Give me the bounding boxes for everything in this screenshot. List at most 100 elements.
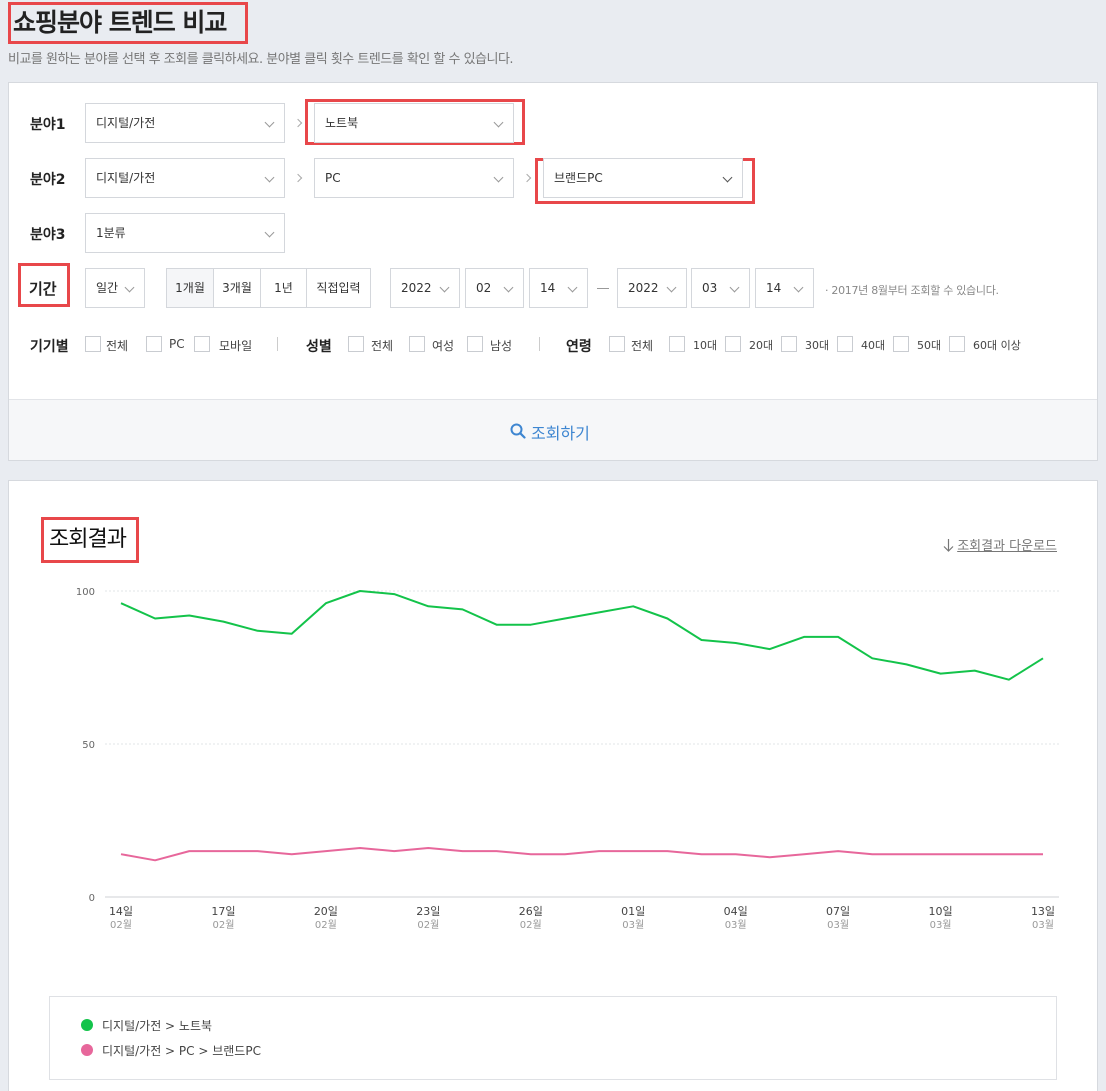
x-tick-day-label: 01일: [621, 904, 645, 918]
age-30s-label: 30대: [805, 339, 830, 352]
gender-male-label: 남성: [490, 339, 513, 353]
legend-marker-series2: [81, 1044, 93, 1056]
age-10s-checkbox[interactable]: [669, 336, 685, 352]
end-day-select[interactable]: 14: [755, 268, 814, 308]
age-40s-checkbox[interactable]: [837, 336, 853, 352]
device-label: 기기별: [30, 339, 69, 355]
age-20s-label: 20대: [749, 339, 774, 352]
start-day-value: 14: [540, 281, 556, 295]
chevron-down-icon: [264, 172, 275, 183]
x-tick-month-label: 02월: [315, 919, 337, 931]
age-50s-label: 50대: [917, 339, 942, 352]
search-button[interactable]: 조회하기: [9, 399, 1097, 460]
chevron-down-icon: [503, 282, 514, 293]
x-tick-month-label: 02월: [110, 919, 132, 931]
chevron-down-icon: [493, 117, 504, 128]
chevron-right-icon: [522, 173, 532, 183]
period-label: 기간: [29, 280, 57, 298]
age-30s-checkbox[interactable]: [781, 336, 797, 352]
chevron-down-icon: [124, 282, 135, 293]
category2-level1-value: 디지털/가전: [96, 171, 156, 185]
age-all-checkbox[interactable]: [609, 336, 625, 352]
filter-panel: 분야1 디지털/가전 노트북 분야2 디지털/가전 PC 브랜드PC 분야3 1…: [8, 82, 1098, 461]
y-tick-label: 50: [82, 740, 95, 751]
x-tick-month-label: 03월: [622, 919, 644, 931]
category2-level2-select[interactable]: PC: [314, 158, 514, 198]
x-tick-month-label: 02월: [212, 919, 234, 931]
legend-label-series1: 디지털/가전 > 노트북: [102, 1019, 213, 1033]
period-note: · 2017년 8월부터 조회할 수 있습니다.: [825, 284, 999, 297]
period-3months-button[interactable]: 3개월: [213, 268, 261, 308]
age-20s-checkbox[interactable]: [725, 336, 741, 352]
start-year-select[interactable]: 2022: [390, 268, 460, 308]
period-1month-button[interactable]: 1개월: [166, 268, 214, 308]
category1-level1-select[interactable]: 디지털/가전: [85, 103, 285, 143]
result-panel: 조회결과 조회결과 다운로드 100 50 0 14일 02월 17일 02월 20일 02월 2…: [8, 480, 1098, 1091]
category2-label: 분야2: [30, 172, 66, 188]
x-tick-day-label: 14일: [109, 904, 133, 918]
search-icon: [510, 423, 526, 439]
device-all-checkbox[interactable]: [85, 336, 101, 352]
x-tick-month-label: 03월: [1032, 919, 1054, 931]
category1-level2-value: 노트북: [325, 116, 359, 130]
start-year-value: 2022: [401, 281, 432, 295]
legend-label-series2: 디지털/가전 > PC > 브랜드PC: [102, 1044, 261, 1058]
end-month-select[interactable]: 03: [691, 268, 750, 308]
category2-level3-select[interactable]: 브랜드PC: [543, 158, 743, 198]
x-tick-day-label: 04일: [724, 904, 748, 918]
age-label: 연령: [566, 339, 592, 355]
age-40s-label: 40대: [861, 339, 886, 352]
start-month-select[interactable]: 02: [465, 268, 524, 308]
chevron-down-icon: [666, 282, 677, 293]
x-tick-month-label: 02월: [520, 919, 542, 931]
x-tick-month-label: 02월: [417, 919, 439, 931]
age-all-label: 전체: [631, 339, 654, 353]
device-pc-checkbox[interactable]: [146, 336, 162, 352]
period-unit-select[interactable]: 일간: [85, 268, 145, 308]
chevron-down-icon: [722, 172, 733, 183]
chevron-down-icon: [439, 282, 450, 293]
age-50s-checkbox[interactable]: [893, 336, 909, 352]
x-tick-day-label: 13일: [1031, 904, 1055, 918]
x-tick-month-label: 03월: [930, 919, 952, 931]
age-60plus-checkbox[interactable]: [949, 336, 965, 352]
category3-label: 분야3: [30, 227, 66, 243]
chevron-down-icon: [264, 117, 275, 128]
x-tick-day-label: 23일: [416, 904, 440, 918]
age-60plus-label: 60대 이상: [973, 339, 1021, 352]
gender-all-label: 전체: [371, 339, 394, 353]
period-1year-button[interactable]: 1년: [260, 268, 307, 308]
category3-level1-value: 1분류: [96, 226, 126, 240]
category1-label: 분야1: [30, 117, 66, 133]
end-year-value: 2022: [628, 281, 659, 295]
gender-label: 성별: [306, 339, 332, 355]
chevron-down-icon: [567, 282, 578, 293]
period-unit-value: 일간: [96, 281, 119, 295]
gender-female-checkbox[interactable]: [409, 336, 425, 352]
divider: [277, 337, 278, 351]
period-custom-button[interactable]: 직접입력: [306, 268, 371, 308]
age-10s-label: 10대: [693, 339, 718, 352]
start-month-value: 02: [476, 281, 492, 295]
search-button-label: 조회하기: [531, 424, 590, 443]
device-mobile-checkbox[interactable]: [194, 336, 210, 352]
start-day-select[interactable]: 14: [529, 268, 588, 308]
category1-level1-value: 디지털/가전: [96, 116, 156, 130]
device-mobile-label: 모바일: [219, 339, 253, 353]
category2-level1-select[interactable]: 디지털/가전: [85, 158, 285, 198]
end-day-value: 14: [766, 281, 782, 295]
series-line-1: [120, 590, 1044, 681]
divider: [539, 337, 540, 351]
category3-level1-select[interactable]: 1분류: [85, 213, 285, 253]
chevron-down-icon: [493, 172, 504, 183]
gender-all-checkbox[interactable]: [348, 336, 364, 352]
chevron-down-icon: [729, 282, 740, 293]
gender-male-checkbox[interactable]: [467, 336, 483, 352]
chevron-right-icon: [293, 118, 303, 128]
end-year-select[interactable]: 2022: [617, 268, 687, 308]
chevron-down-icon: [264, 227, 275, 238]
chevron-down-icon: [793, 282, 804, 293]
category1-level2-select[interactable]: 노트북: [314, 103, 514, 143]
page-subtitle: 비교를 원하는 분야를 선택 후 조회를 클릭하세요. 분야별 클릭 횟수 트렌…: [8, 52, 514, 67]
trend-chart: 10050014일02월17일02월20일02월23일02월26일02월01일0…: [76, 587, 1059, 931]
